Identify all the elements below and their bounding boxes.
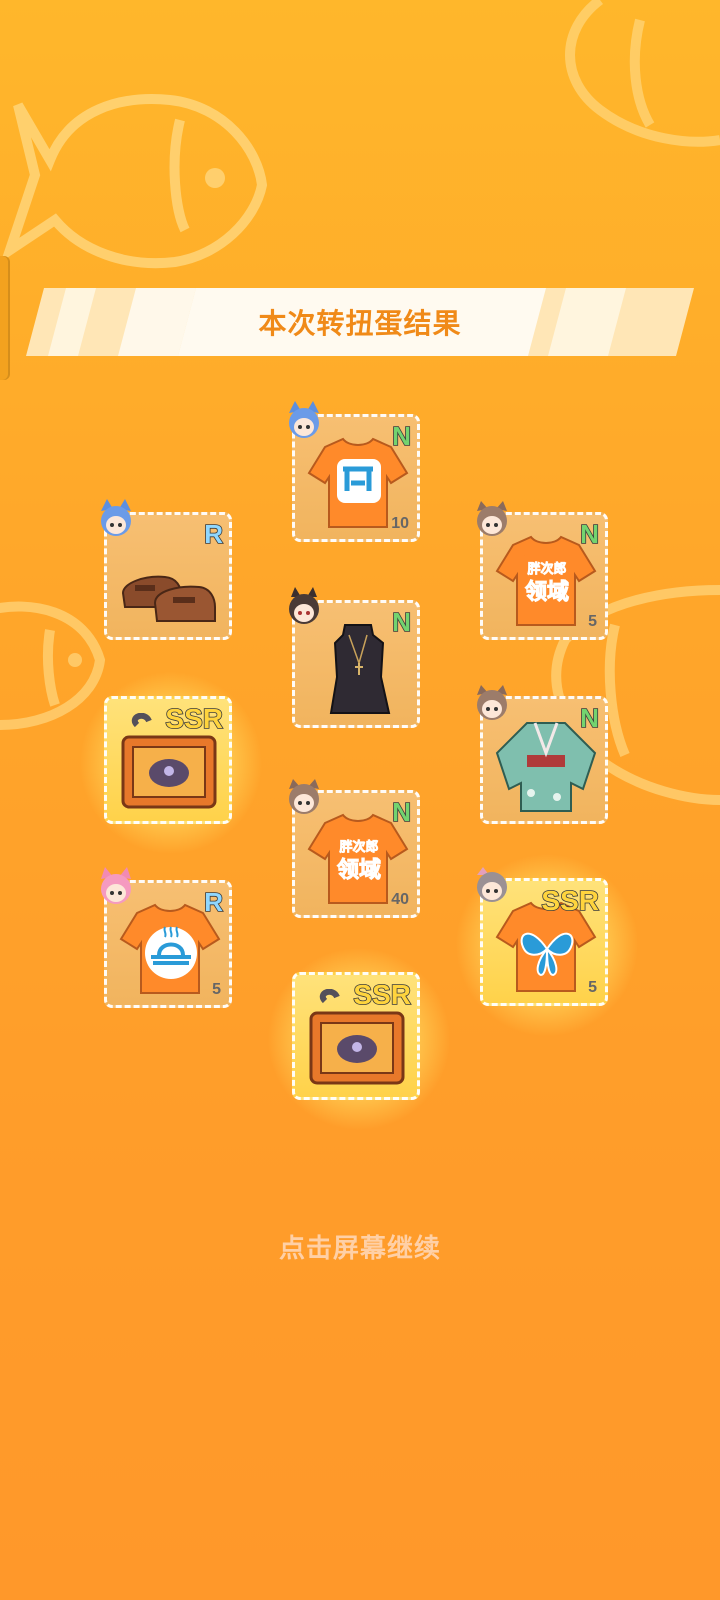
rarity-badge: SSR <box>353 978 412 1011</box>
blue-cat-girl-avatar <box>101 499 131 536</box>
gacha-item-chest-2[interactable]: SSR <box>267 947 451 1131</box>
gacha-item-tshirt-4[interactable]: R 5 <box>101 867 232 1008</box>
rarity-badge: N <box>579 518 599 550</box>
dark-hair-girl-avatar <box>289 587 319 624</box>
side-tab[interactable] <box>0 256 10 380</box>
rarity-badge: N <box>579 702 599 734</box>
rarity-badge: N <box>391 606 411 638</box>
brown-hair-girl-avatar <box>477 501 507 536</box>
page-title: 本次转扭蛋结果 <box>258 307 462 340</box>
rarity-badge: R <box>203 886 223 918</box>
gray-hair-girl-avatar <box>477 867 507 902</box>
title-banner: 本次转扭蛋结果 <box>26 288 694 356</box>
gacha-item-shoes[interactable]: R <box>101 499 232 640</box>
brown-hair-girl-avatar <box>289 779 319 814</box>
gacha-item-tshirt-3[interactable]: 胖次郎 领域 N 40 <box>289 779 420 918</box>
rarity-badge: N <box>391 796 411 828</box>
pink-hair-girl-avatar <box>101 867 131 904</box>
brown-hair-girl-avatar <box>477 685 507 720</box>
shirt-print-top: 胖次郎 <box>526 561 566 577</box>
tap-to-continue-hint[interactable]: 点击屏幕继续 <box>0 1228 720 1265</box>
shirt-print-bottom: 领域 <box>337 857 381 883</box>
rarity-badge: SSR <box>541 884 600 917</box>
item-count: 40 <box>391 891 409 908</box>
fish-icon <box>565 0 720 147</box>
shirt-print-bottom: 领域 <box>525 579 569 605</box>
item-count: 5 <box>212 981 221 998</box>
gacha-item-kimono[interactable]: N <box>477 685 608 824</box>
gacha-item-chest-1[interactable]: SSR <box>79 671 263 855</box>
rarity-badge: N <box>391 420 411 452</box>
gacha-item-dress[interactable]: N <box>289 587 420 728</box>
gacha-item-tshirt-5[interactable]: SSR 5 <box>455 853 639 1037</box>
rarity-badge: R <box>203 518 223 550</box>
fish-icon <box>0 601 106 730</box>
blue-cat-girl-avatar <box>289 401 319 438</box>
gacha-item-tshirt-1[interactable]: N 10 <box>289 401 420 542</box>
item-count: 10 <box>391 515 409 532</box>
item-count: 5 <box>588 613 597 630</box>
rarity-badge: SSR <box>165 702 224 735</box>
item-count: 5 <box>588 979 597 996</box>
shirt-print-top: 胖次郎 <box>338 839 378 855</box>
gacha-item-tshirt-2[interactable]: 胖次郎 领域 N 5 <box>477 501 608 640</box>
fish-icon <box>0 94 268 269</box>
